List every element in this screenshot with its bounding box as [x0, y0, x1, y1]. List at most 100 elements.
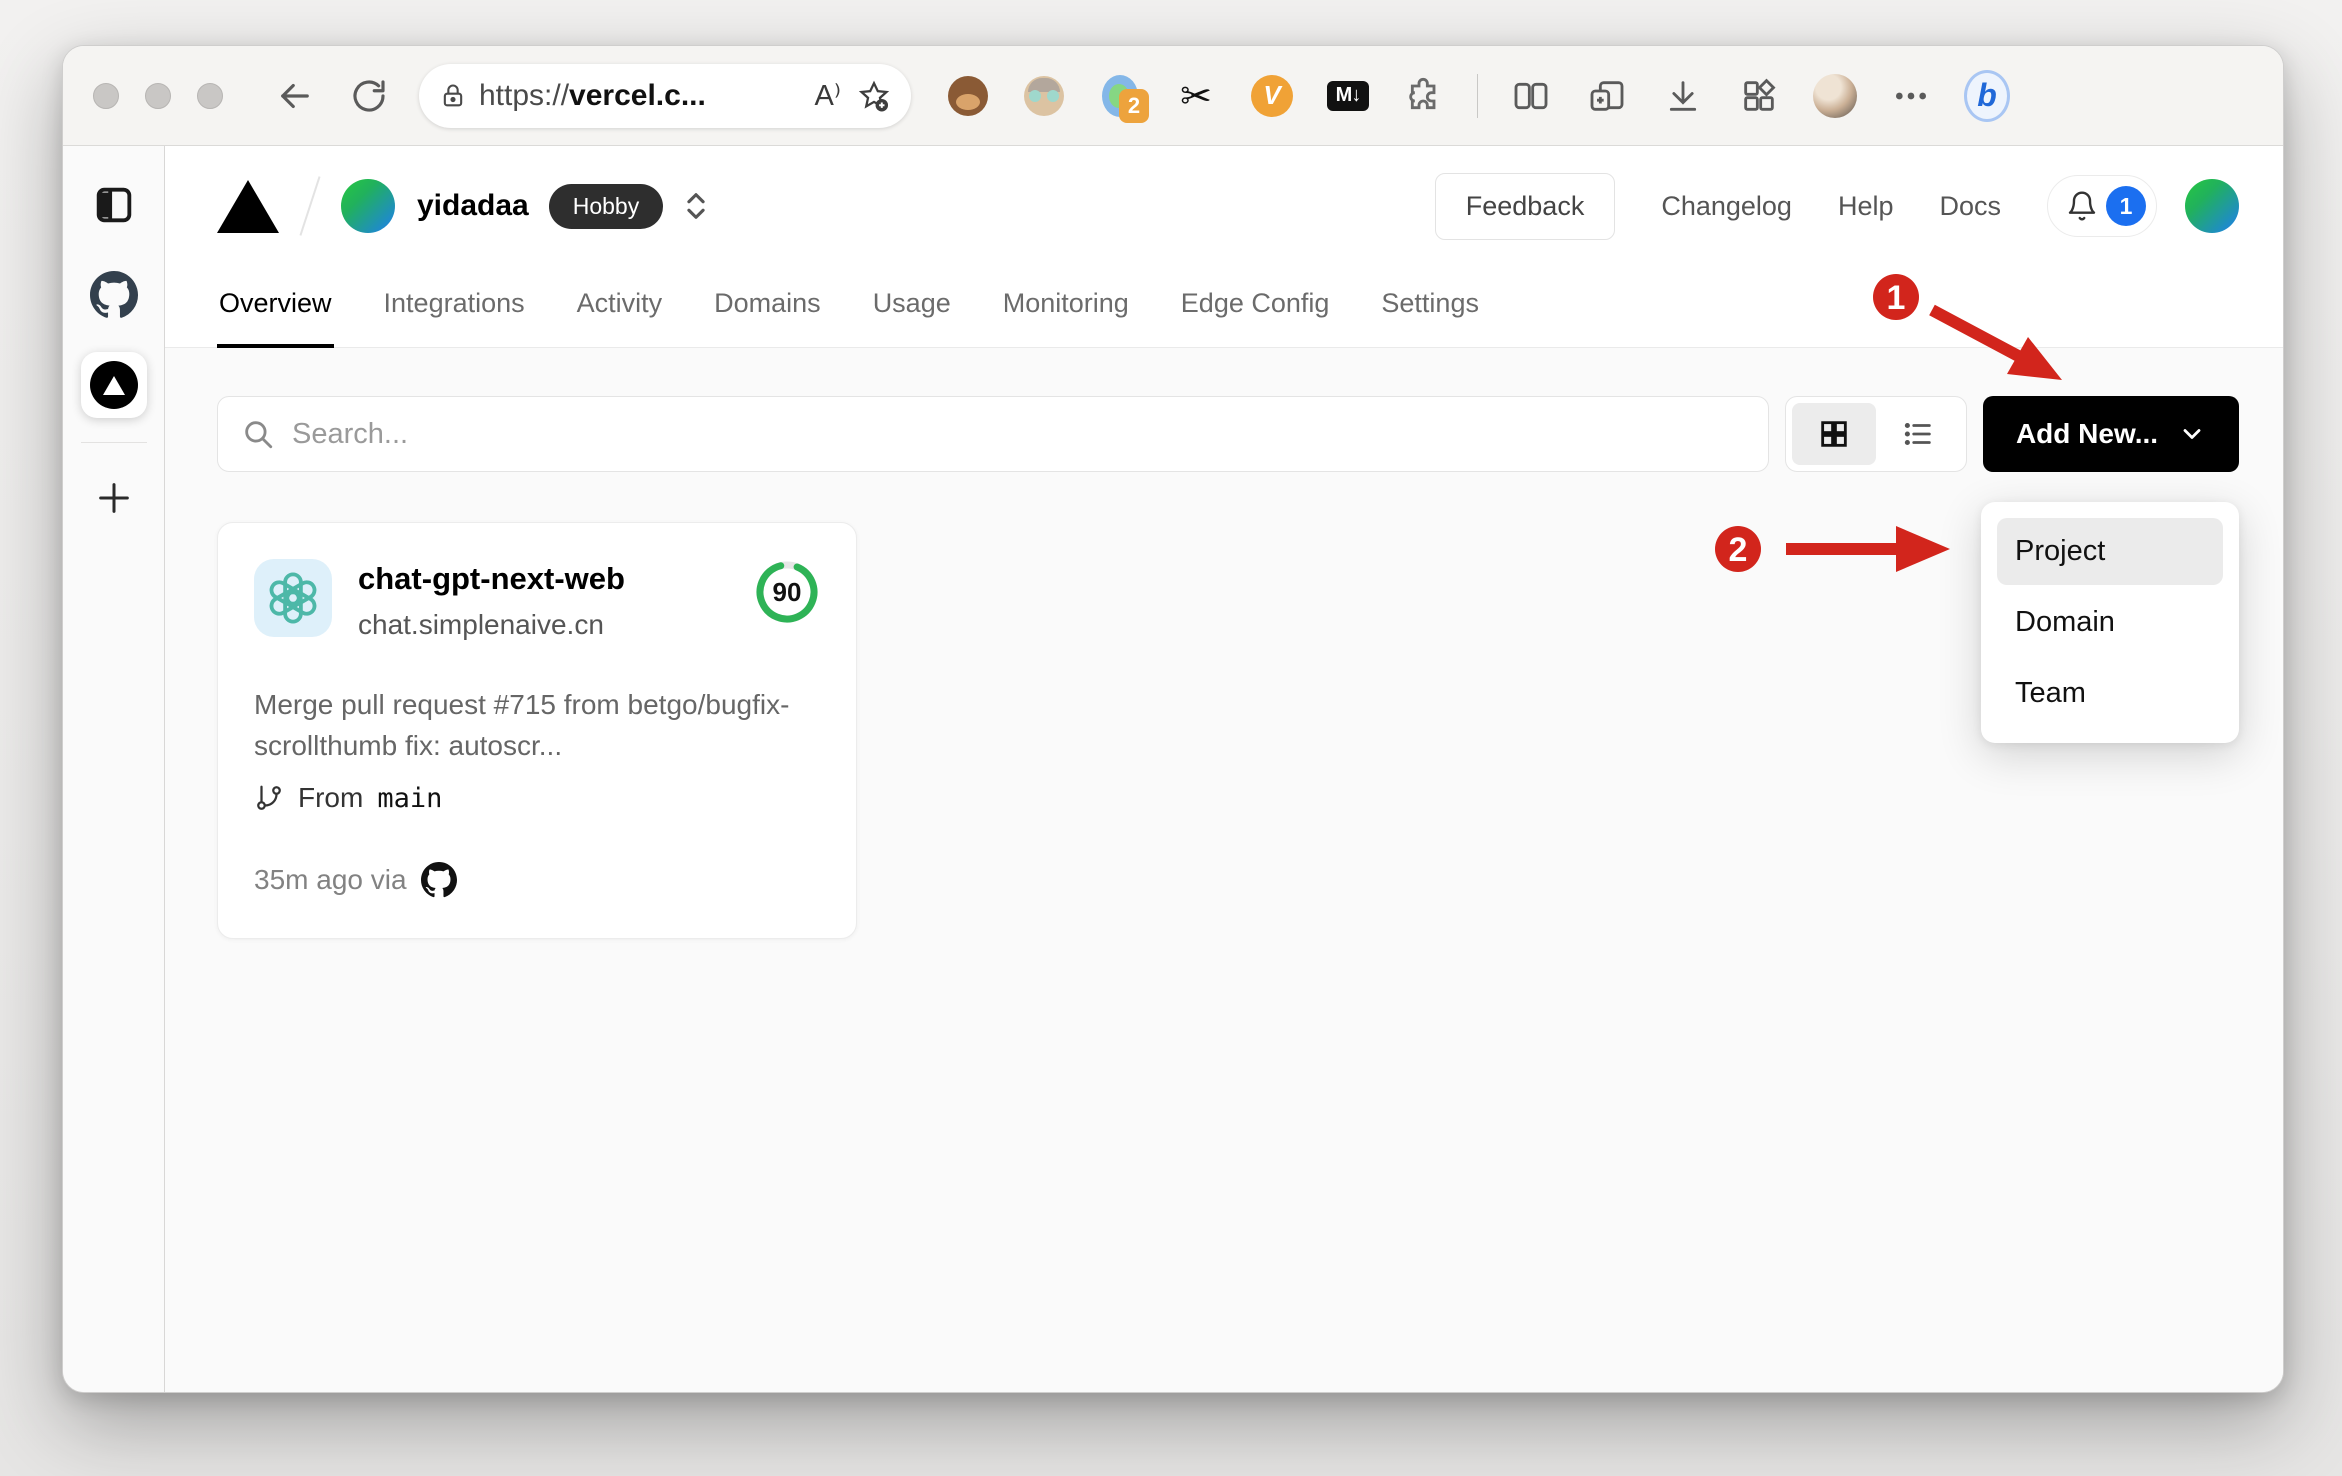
- extension-row: 2 ✂ V M↓ b: [945, 69, 2010, 123]
- tab-github[interactable]: [81, 262, 147, 328]
- search-input[interactable]: [217, 396, 1769, 472]
- tab-usage[interactable]: Usage: [871, 274, 953, 347]
- deployment-meta: 35m ago via: [254, 862, 820, 898]
- project-domain[interactable]: chat.simplenaive.cn: [358, 609, 625, 641]
- markdown-extension-icon[interactable]: M↓: [1325, 73, 1371, 119]
- monkey-icon: [948, 75, 988, 116]
- team-switcher-button[interactable]: [679, 186, 713, 226]
- docs-link[interactable]: Docs: [1939, 191, 2001, 222]
- v-extension-icon[interactable]: V: [1249, 73, 1295, 119]
- header-top-row: yidadaa Hobby Feedback Changelog Help Do…: [217, 146, 2239, 266]
- dropdown-item-project[interactable]: Project: [1997, 518, 2223, 585]
- search-icon: [245, 421, 273, 449]
- zoom-window-button[interactable]: [197, 82, 223, 109]
- bing-icon: b: [1964, 69, 2010, 122]
- bell-icon: [2068, 191, 2096, 221]
- dashboard-main: Add New...: [165, 348, 2283, 1392]
- browser-toolbar: https://vercel.c... A⁾ 2 ✂ V M↓ b: [63, 46, 2283, 146]
- tab-overview[interactable]: Overview: [217, 274, 334, 348]
- bing-chat-button[interactable]: b: [1964, 69, 2010, 122]
- window-body: yidadaa Hobby Feedback Changelog Help Do…: [63, 146, 2283, 1392]
- list-view-icon: [1904, 422, 1931, 446]
- tab-activity[interactable]: Activity: [575, 274, 665, 347]
- user-avatar[interactable]: [2185, 179, 2239, 233]
- deployed-time: 35m ago via: [254, 864, 407, 896]
- split-screen-icon: [1514, 82, 1548, 109]
- grid-view-button[interactable]: [1792, 403, 1876, 465]
- dropdown-item-team[interactable]: Team: [1997, 660, 2223, 727]
- tab-strip-divider: [80, 442, 147, 443]
- new-tab-button[interactable]: [81, 465, 147, 531]
- tab-vercel-active[interactable]: [80, 352, 147, 418]
- branch-label: From: [298, 782, 364, 814]
- close-window-button[interactable]: [93, 82, 119, 109]
- tab-integrations[interactable]: Integrations: [382, 274, 527, 347]
- side-panel-icon: [96, 187, 131, 223]
- person-icon: [1024, 75, 1064, 116]
- back-arrow-icon: [281, 83, 309, 108]
- dropdown-item-domain[interactable]: Domain: [1997, 589, 2223, 656]
- address-bar[interactable]: https://vercel.c... A⁾: [419, 63, 911, 128]
- tab-settings[interactable]: Settings: [1379, 274, 1481, 347]
- split-screen-button[interactable]: [1508, 73, 1554, 119]
- add-new-button[interactable]: Add New...: [1983, 396, 2239, 472]
- tab-domains[interactable]: Domains: [712, 274, 823, 347]
- tab-panel-toggle-button[interactable]: [81, 172, 147, 238]
- project-icon: [254, 559, 332, 637]
- avatar-extension-icon[interactable]: [1021, 73, 1067, 119]
- help-link[interactable]: Help: [1838, 191, 1894, 222]
- projects-controls-row: Add New...: [217, 396, 2239, 472]
- project-card[interactable]: chat-gpt-next-web chat.simplenaive.cn 90: [217, 522, 857, 940]
- apps-button[interactable]: [1736, 73, 1782, 119]
- github-icon: [420, 862, 457, 898]
- github-favicon: [89, 271, 138, 318]
- team-name[interactable]: yidadaa: [417, 189, 529, 223]
- desktop: https://vercel.c... A⁾ 2 ✂ V M↓ b yidada…: [0, 0, 2342, 1476]
- feedback-button[interactable]: Feedback: [1434, 172, 1616, 240]
- chevron-down-icon: [2183, 429, 2201, 439]
- branch-name[interactable]: main: [377, 783, 442, 814]
- view-toggle: [1785, 396, 1967, 472]
- project-name[interactable]: chat-gpt-next-web: [358, 561, 625, 597]
- tab-manager-extension-icon[interactable]: 2: [1097, 73, 1149, 123]
- tab-edge-config[interactable]: Edge Config: [1179, 274, 1332, 347]
- favorite-star-icon[interactable]: [857, 79, 891, 113]
- team-avatar[interactable]: [341, 179, 395, 233]
- search-container: [217, 396, 1769, 472]
- profile-avatar: [1813, 73, 1857, 118]
- downloads-button[interactable]: [1660, 73, 1706, 119]
- monkey-extension-icon[interactable]: [945, 73, 991, 119]
- extensions-menu-button[interactable]: [1401, 73, 1447, 119]
- read-aloud-button[interactable]: A⁾: [815, 78, 841, 113]
- vertical-tab-strip: [63, 146, 165, 1392]
- settings-more-button[interactable]: [1888, 73, 1934, 119]
- back-button[interactable]: [271, 72, 319, 120]
- commit-message[interactable]: Merge pull request #715 from betgo/bugfi…: [254, 685, 806, 766]
- score-ring[interactable]: 90: [754, 559, 820, 625]
- collections-button[interactable]: [1584, 73, 1630, 119]
- project-titles: chat-gpt-next-web chat.simplenaive.cn: [358, 559, 625, 641]
- branch-row: From main: [254, 782, 820, 814]
- collections-icon: [1590, 80, 1624, 111]
- v-letter-icon: V: [1251, 74, 1293, 117]
- scissors-extension-icon[interactable]: ✂: [1173, 73, 1219, 119]
- dashboard-tabs: Overview Integrations Activity Domains U…: [217, 274, 2239, 348]
- refresh-button[interactable]: [345, 72, 393, 120]
- add-new-label: Add New...: [2015, 418, 2159, 449]
- minimize-window-button[interactable]: [145, 82, 171, 109]
- puzzle-icon: [1409, 77, 1436, 109]
- vercel-triangle-icon: [102, 375, 125, 395]
- notifications-button[interactable]: 1: [2047, 175, 2157, 237]
- ellipsis-icon: [1896, 92, 1926, 99]
- add-new-dropdown: Project Domain Team: [1981, 502, 2239, 743]
- toolbar-divider: [1477, 73, 1478, 118]
- vercel-dashboard-page: yidadaa Hobby Feedback Changelog Help Do…: [165, 146, 2283, 1392]
- tab-monitoring[interactable]: Monitoring: [1001, 274, 1131, 347]
- changelog-link[interactable]: Changelog: [1661, 191, 1792, 222]
- vercel-logo[interactable]: [217, 179, 279, 233]
- lock-icon: [443, 84, 463, 106]
- profile-avatar-button[interactable]: [1812, 73, 1858, 119]
- list-view-button[interactable]: [1876, 403, 1960, 465]
- chevron-up-down-icon: [687, 193, 705, 219]
- project-card-header: chat-gpt-next-web chat.simplenaive.cn 90: [254, 559, 820, 641]
